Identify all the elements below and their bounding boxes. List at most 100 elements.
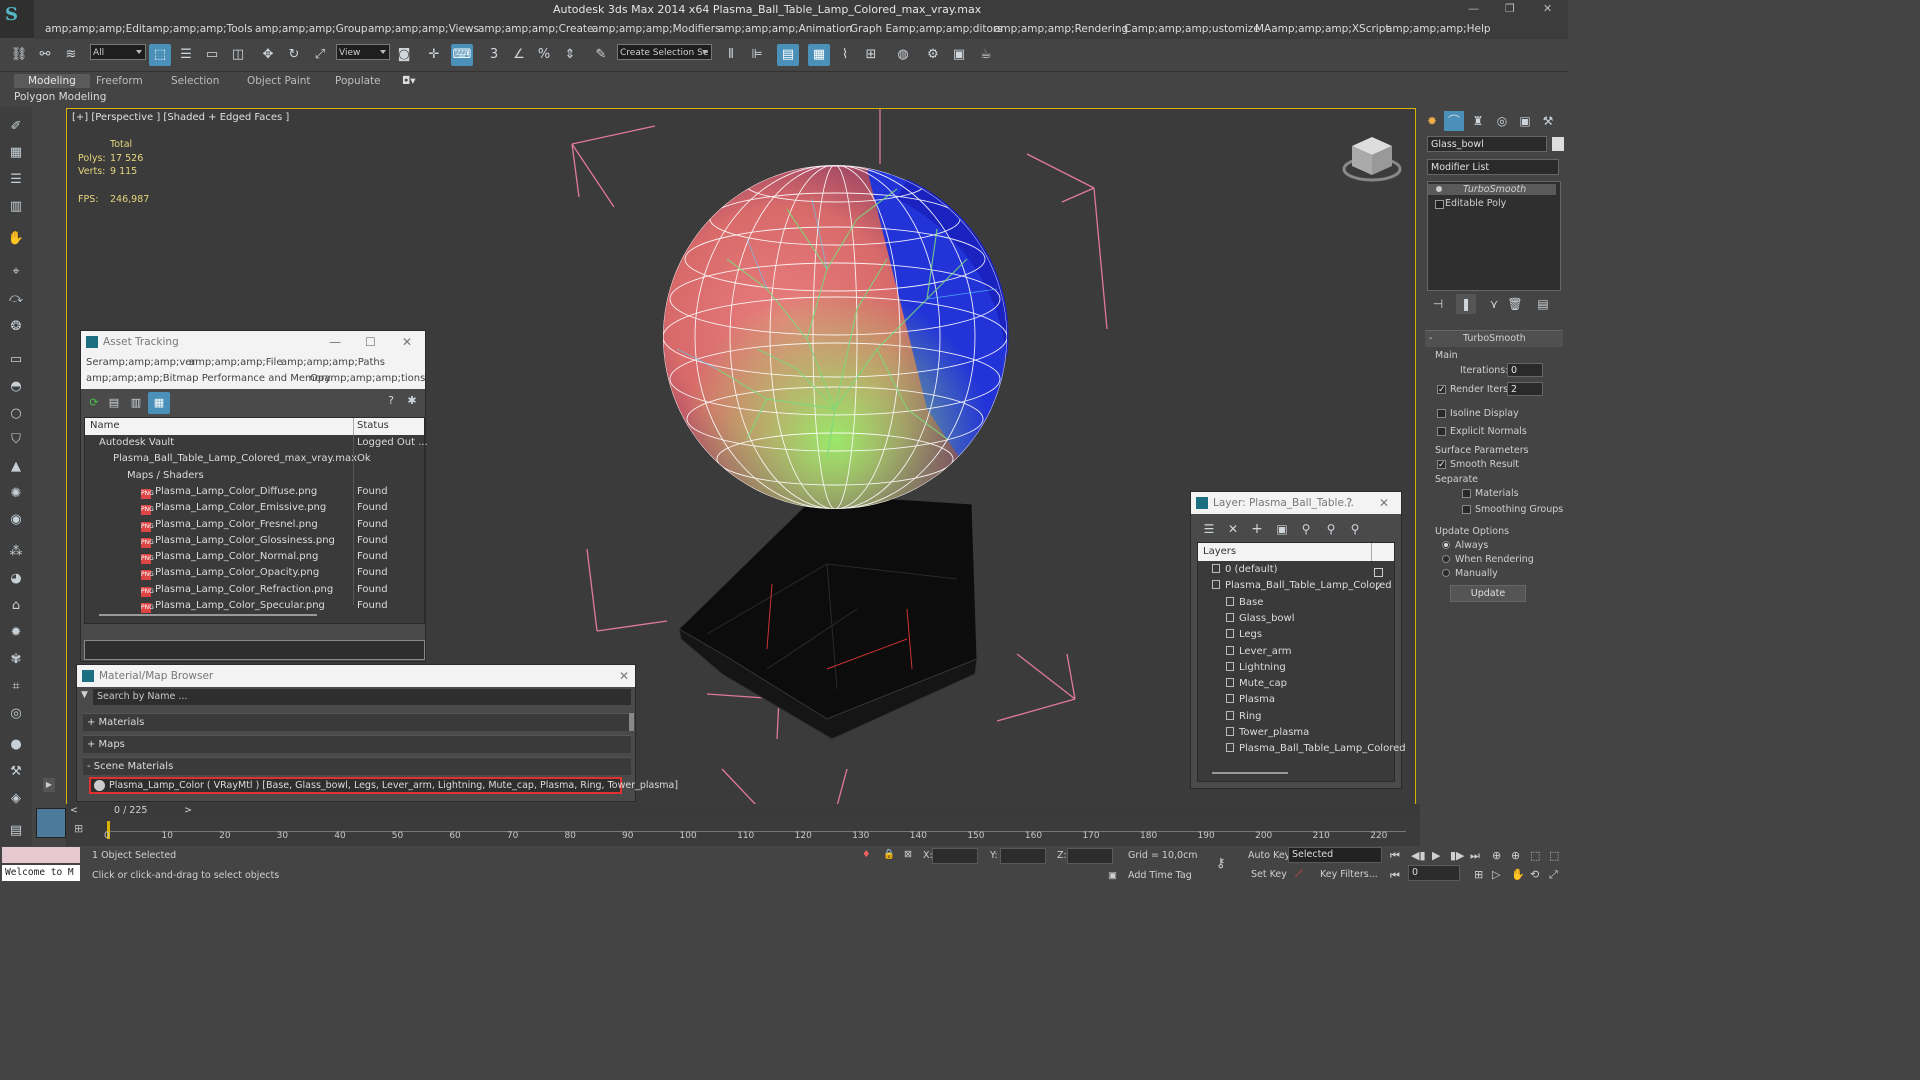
- reference-coordinate-dropdown[interactable]: View: [336, 44, 390, 60]
- menu-help[interactable]: amp;amp;amp;Help: [1386, 23, 1491, 35]
- absolute-mode-icon[interactable]: ⊠: [904, 849, 912, 860]
- group-materials[interactable]: + Materials: [83, 713, 631, 731]
- bind-spacewarp-icon[interactable]: ≋: [60, 44, 82, 66]
- spiral-icon[interactable]: ◎: [6, 704, 26, 724]
- render-iters-spinner[interactable]: 2: [1507, 382, 1543, 396]
- browser-options-icon[interactable]: ▼: [81, 690, 88, 700]
- orbit-icon[interactable]: ⟲: [1530, 868, 1539, 881]
- track-bar[interactable]: ⊞ 0 10 20 30 40 50 60 70 80 90 100 110 120 130 140 150 1…: [66, 818, 1420, 846]
- asset-row[interactable]: PNGPlasma_Lamp_Color_Diffuse.png Found: [85, 484, 424, 500]
- render-production-icon[interactable]: ☕: [975, 44, 997, 66]
- zoom-all-icon[interactable]: ⊕: [1511, 849, 1520, 862]
- percent-snap-icon[interactable]: %: [533, 44, 555, 66]
- track-bar-menu-icon[interactable]: ⊞: [74, 822, 83, 835]
- asset-row[interactable]: Plasma_Ball_Table_Lamp_Colored_max_vray.…: [85, 451, 424, 467]
- play-icon[interactable]: ▶: [1432, 849, 1440, 862]
- layer-dialog-titlebar[interactable]: Layer: Plasma_Ball_Table... ? ✕: [1191, 492, 1401, 514]
- z-coordinate-field[interactable]: [1067, 848, 1113, 864]
- app-logo[interactable]: S: [0, 0, 34, 38]
- spinner-snap-icon[interactable]: ⇕: [559, 44, 581, 66]
- material-browser-titlebar[interactable]: Material/Map Browser ✕: [77, 665, 635, 687]
- layer-item[interactable]: Lever_arm: [1226, 644, 1292, 660]
- x-coordinate-field[interactable]: [932, 848, 978, 864]
- material-editor-icon[interactable]: ◍: [892, 44, 914, 66]
- utilities-panel-icon[interactable]: ⚒: [1538, 111, 1558, 131]
- help-alt-icon[interactable]: ✱: [401, 390, 423, 412]
- box-icon[interactable]: ⛉: [6, 430, 26, 450]
- stack-item-editable-poly[interactable]: Editable Poly: [1445, 198, 1506, 209]
- stack-item-turbosmooth[interactable]: TurboSmooth: [1428, 184, 1556, 195]
- rendered-frame-window-icon[interactable]: ▣: [948, 44, 970, 66]
- menu-modifiers[interactable]: amp;amp;amp;Modifiers: [592, 23, 721, 35]
- asset-menu-paths[interactable]: amp;amp;amp;Paths: [281, 357, 385, 368]
- update-button[interactable]: Update: [1450, 585, 1526, 602]
- set-key-button[interactable]: Set Key: [1251, 869, 1287, 880]
- asset-row[interactable]: PNGPlasma_Lamp_Color_Refraction.png Found: [85, 582, 424, 598]
- sphere-icon[interactable]: ◓: [6, 377, 26, 397]
- material-browser-close-button[interactable]: ✕: [619, 665, 629, 687]
- pin-stack-icon[interactable]: ⊣: [1428, 294, 1448, 314]
- sun-icon[interactable]: ✺: [6, 484, 26, 504]
- menu-create[interactable]: amp;amp;amp;Create: [478, 23, 594, 35]
- pivot-center-icon[interactable]: ◙: [393, 44, 415, 66]
- render-setup-icon[interactable]: ⚙: [922, 44, 944, 66]
- lock-icon[interactable]: 🔒: [883, 849, 895, 860]
- layer-item[interactable]: Plasma_Ball_Table_Lamp_Colored: [1226, 741, 1406, 757]
- layer-item[interactable]: Ring: [1226, 709, 1261, 725]
- asset-path-field[interactable]: [84, 640, 425, 660]
- time-prev-icon[interactable]: <: [70, 805, 78, 816]
- mini-listener-icon[interactable]: [36, 808, 66, 838]
- maximize-viewport-icon[interactable]: ⤢: [1549, 868, 1558, 882]
- selection-region-icon[interactable]: ▭: [201, 44, 223, 66]
- go-to-start-icon[interactable]: ⏮: [1390, 849, 1400, 863]
- snap-tool-icon[interactable]: ⌖: [6, 262, 26, 282]
- asset-row[interactable]: PNGPlasma_Lamp_Color_Normal.png Found: [85, 549, 424, 565]
- close-button[interactable]: ✕: [1543, 2, 1552, 15]
- make-unique-icon[interactable]: ⋎: [1484, 294, 1504, 314]
- scene-material-item[interactable]: Plasma_Lamp_Color ( VRayMtl ) [Base, Gla…: [89, 777, 678, 794]
- curve-editor-icon[interactable]: ⌇: [834, 44, 856, 66]
- isolate-icon[interactable]: ♦: [862, 849, 871, 860]
- refresh-icon[interactable]: ⟳: [83, 392, 105, 414]
- layer-item[interactable]: 0 (default): [1212, 562, 1278, 578]
- group-maps[interactable]: + Maps: [83, 735, 631, 753]
- asset-hscroll[interactable]: [99, 614, 317, 616]
- go-to-end-icon[interactable]: ⏭: [1470, 849, 1480, 863]
- sculpt-icon[interactable]: ✋: [6, 229, 26, 249]
- asset-menu-bitmap[interactable]: amp;amp;amp;Bitmap Performance and Memor…: [86, 373, 331, 384]
- next-frame-icon[interactable]: ▮▶: [1450, 849, 1465, 862]
- foliage-icon[interactable]: ✾: [6, 650, 26, 670]
- tab-freeform[interactable]: Freeform: [82, 74, 157, 88]
- grid-icon[interactable]: ▥: [6, 197, 26, 217]
- edit-named-selection-icon[interactable]: ✎: [590, 44, 612, 66]
- asset-menu-server[interactable]: Seramp;amp;amp;ver: [86, 357, 196, 368]
- detail-view-icon[interactable]: ▥: [125, 392, 147, 414]
- select-manipulate-icon[interactable]: ✛: [423, 44, 445, 66]
- when-rendering-radio[interactable]: [1442, 555, 1450, 563]
- polygon-modeling-bar[interactable]: Polygon Modeling: [0, 90, 1568, 107]
- layer-item[interactable]: Tower_plasma: [1226, 725, 1309, 741]
- always-radio[interactable]: [1442, 541, 1450, 549]
- circle-icon[interactable]: ○: [6, 404, 26, 424]
- asset-maximize-button[interactable]: ☐: [365, 331, 376, 353]
- key-mode-toggle-icon[interactable]: ⏮: [1390, 869, 1400, 883]
- asset-close-button[interactable]: ✕: [402, 331, 412, 353]
- expand-icon[interactable]: [1435, 200, 1444, 209]
- previous-frame-icon[interactable]: ◀▮: [1411, 849, 1426, 862]
- turbosmooth-rollout-header[interactable]: - TurboSmooth: [1425, 330, 1563, 347]
- asset-row[interactable]: Maps / Shaders: [85, 468, 424, 484]
- delete-layer-icon[interactable]: ✕: [1222, 518, 1244, 540]
- unlink-icon[interactable]: ⚯: [34, 44, 56, 66]
- iterations-spinner[interactable]: 0: [1507, 363, 1543, 377]
- materials-checkbox[interactable]: [1462, 489, 1471, 498]
- viewport-label[interactable]: [+] [Perspective ] [Shaded + Edged Faces…: [72, 112, 289, 123]
- list-icon[interactable]: ☰: [6, 170, 26, 190]
- hide-all-icon[interactable]: ⚲: [1320, 518, 1342, 540]
- menu-group[interactable]: amp;amp;amp;Group: [255, 23, 368, 35]
- menu-animation[interactable]: amp;amp;amp;Animation: [718, 23, 852, 35]
- key-icon[interactable]: ⚷: [1216, 856, 1226, 871]
- hf-icon[interactable]: ⌗: [6, 677, 26, 697]
- column-name[interactable]: Name: [90, 420, 120, 431]
- mirror-icon[interactable]: ⫴: [720, 44, 742, 66]
- layer-item[interactable]: Plasma_Ball_Table_Lamp_Colored: [1212, 578, 1392, 594]
